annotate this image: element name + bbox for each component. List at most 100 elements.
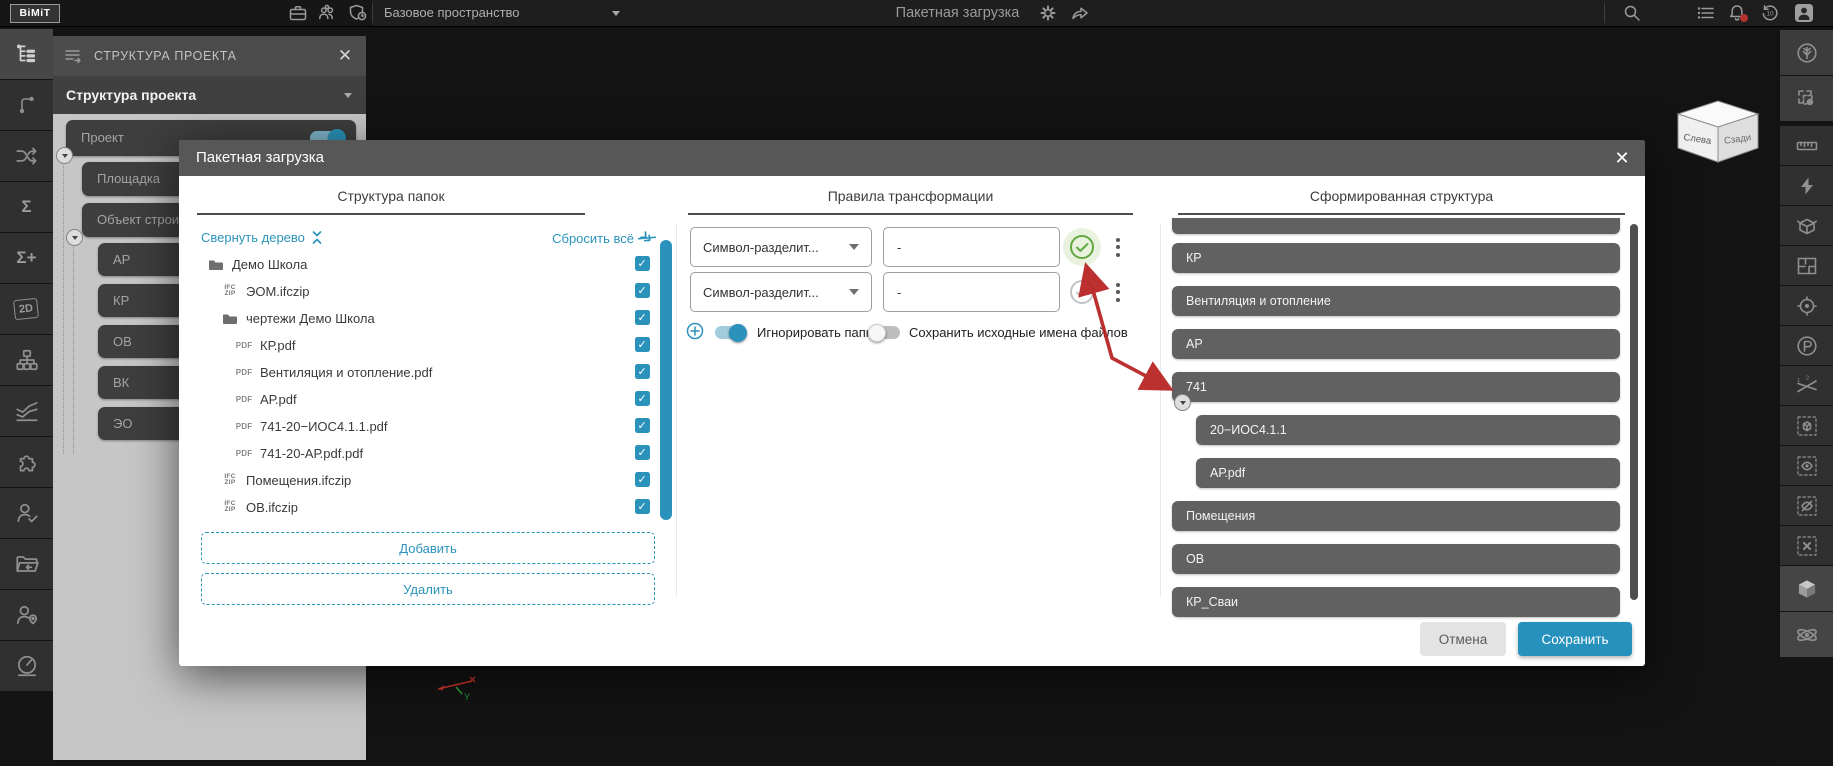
- remove-button[interactable]: Удалить: [201, 573, 655, 605]
- tree-item[interactable]: чертежи Демо Школа: [197, 306, 695, 330]
- sum-add-tool[interactable]: Σ+: [0, 233, 53, 283]
- tree-item[interactable]: PDF 741-20−ИОС4.1.1.pdf: [197, 414, 709, 438]
- team-button[interactable]: [317, 3, 337, 23]
- history-button[interactable]: 10: [1760, 3, 1780, 23]
- search-button[interactable]: [1622, 3, 1642, 23]
- admin-button[interactable]: [348, 3, 368, 23]
- keep-names-toggle[interactable]: [868, 323, 900, 342]
- tree-item[interactable]: IFC ZIP Помещения.ifczip: [197, 468, 695, 492]
- floorplan-button[interactable]: [1780, 246, 1833, 285]
- list-item[interactable]: КР_Сваи: [1172, 587, 1620, 617]
- shuffle-tool[interactable]: [0, 131, 53, 181]
- projects-button[interactable]: [288, 3, 308, 23]
- measure-button[interactable]: [1780, 126, 1833, 165]
- show-selected-button[interactable]: [1780, 446, 1833, 485]
- plus-circle-icon: [686, 322, 704, 340]
- structure-selector[interactable]: Структура проекта: [50, 76, 366, 114]
- app-logo[interactable]: BiMiT: [10, 4, 60, 23]
- checkbox[interactable]: [635, 310, 650, 325]
- list-item[interactable]: Вентиляция и отопление: [1172, 286, 1620, 316]
- list-item[interactable]: ОВ: [1172, 544, 1620, 574]
- result-scrollbar[interactable]: [1630, 224, 1638, 600]
- hierarchy-tool[interactable]: [0, 335, 53, 385]
- tree-item[interactable]: IFC ZIP ЭОМ.ifczip: [197, 279, 695, 303]
- list-item[interactable]: АР: [1172, 329, 1620, 359]
- save-button[interactable]: Сохранить: [1518, 622, 1632, 656]
- checkbox[interactable]: [635, 337, 650, 352]
- expand-toggle[interactable]: [66, 229, 83, 246]
- list-item[interactable]: АР.pdf: [1196, 458, 1620, 488]
- import-folder-tool[interactable]: [0, 539, 53, 589]
- rule-value-input[interactable]: [883, 227, 1060, 267]
- rule-type-select[interactable]: Символ-разделит...: [690, 227, 872, 267]
- chevron-down-icon: [344, 93, 352, 98]
- user-approve-tool[interactable]: [0, 488, 53, 538]
- clear-selection-button[interactable]: [1780, 526, 1833, 565]
- collapse-tree-link[interactable]: Свернуть дерево: [201, 230, 324, 245]
- rule-value-input[interactable]: [883, 272, 1060, 312]
- settings-button[interactable]: [1038, 3, 1058, 23]
- locate-button[interactable]: [1780, 286, 1833, 325]
- notifications-button[interactable]: [1727, 3, 1748, 23]
- cancel-button[interactable]: Отмена: [1420, 622, 1506, 656]
- tree-item[interactable]: PDF 741-20-АР.pdf.pdf: [197, 441, 709, 465]
- sum-tool[interactable]: Σ: [0, 182, 53, 232]
- tree-item[interactable]: Демо Школа: [197, 252, 681, 276]
- add-rule-button[interactable]: [686, 322, 704, 345]
- gauge-tool[interactable]: [0, 641, 53, 691]
- header-underline: [688, 213, 1133, 215]
- selection-frames-button[interactable]: [1780, 76, 1833, 121]
- isolate-button[interactable]: [1780, 406, 1833, 445]
- ignore-folders-toggle[interactable]: [715, 323, 747, 342]
- checkbox[interactable]: [635, 499, 650, 514]
- tree-item[interactable]: PDF АР.pdf: [197, 387, 709, 411]
- hide-selected-button[interactable]: [1780, 486, 1833, 525]
- checkbox[interactable]: [635, 418, 650, 433]
- axes-button[interactable]: 1 2: [1780, 366, 1833, 405]
- checkbox[interactable]: [635, 256, 650, 271]
- list-item-partial[interactable]: [1172, 218, 1620, 234]
- menu-list-button[interactable]: [1696, 3, 1716, 23]
- checkbox[interactable]: [635, 391, 650, 406]
- charts-tool[interactable]: [0, 386, 53, 436]
- list-item[interactable]: 20−ИОС4.1.1: [1196, 415, 1620, 445]
- user-menu-button[interactable]: [1794, 3, 1814, 23]
- tree-item[interactable]: PDF КР.pdf: [197, 333, 709, 357]
- list-item[interactable]: КР: [1172, 243, 1620, 273]
- shaded-view-button[interactable]: [1780, 566, 1833, 611]
- close-icon[interactable]: ✕: [1611, 147, 1633, 169]
- 2d-view-tool[interactable]: 2D: [0, 284, 53, 334]
- tree-mode-button[interactable]: [1780, 30, 1833, 75]
- orbit-button[interactable]: [1780, 612, 1833, 657]
- add-button[interactable]: Добавить: [201, 532, 655, 564]
- list-item[interactable]: 741: [1172, 372, 1620, 402]
- relations-tool[interactable]: [0, 80, 53, 130]
- tree-item[interactable]: IFC ZIP ОВ.ifczip: [197, 495, 695, 519]
- chevron-down-icon[interactable]: [612, 11, 620, 16]
- annotation-arrow: [1078, 262, 1174, 391]
- result-column-header: Сформированная структура: [1309, 188, 1494, 204]
- expand-toggle[interactable]: [56, 147, 73, 164]
- project-structure-tool[interactable]: [0, 29, 53, 79]
- checkbox[interactable]: [635, 283, 650, 298]
- checkbox[interactable]: [635, 472, 650, 487]
- workspace-selector[interactable]: Базовое пространство: [384, 0, 520, 26]
- flash-mode-button[interactable]: [1780, 166, 1833, 205]
- plugins-tool[interactable]: [0, 437, 53, 487]
- rule-type-select[interactable]: Символ-разделит...: [690, 272, 872, 312]
- user-location-tool[interactable]: [0, 590, 53, 640]
- view-cube[interactable]: Слева Сзади: [1666, 94, 1770, 171]
- parking-button[interactable]: [1780, 326, 1833, 365]
- list-item[interactable]: Помещения: [1172, 501, 1620, 531]
- checkbox[interactable]: [635, 445, 650, 460]
- tree-item[interactable]: PDF Вентиляция и отопление.pdf: [197, 360, 709, 384]
- share-button[interactable]: [1070, 3, 1090, 23]
- view-cube-icon: Слева Сзади: [1676, 100, 1760, 163]
- flash-icon: [1800, 177, 1813, 194]
- reset-all-link[interactable]: Сбросить всё: [459, 230, 657, 246]
- tree-scrollbar[interactable]: [660, 240, 672, 520]
- checkbox[interactable]: [635, 364, 650, 379]
- section-box-button[interactable]: [1780, 206, 1833, 245]
- panel-menu-icon[interactable]: [64, 47, 82, 65]
- close-icon[interactable]: ✕: [334, 45, 356, 67]
